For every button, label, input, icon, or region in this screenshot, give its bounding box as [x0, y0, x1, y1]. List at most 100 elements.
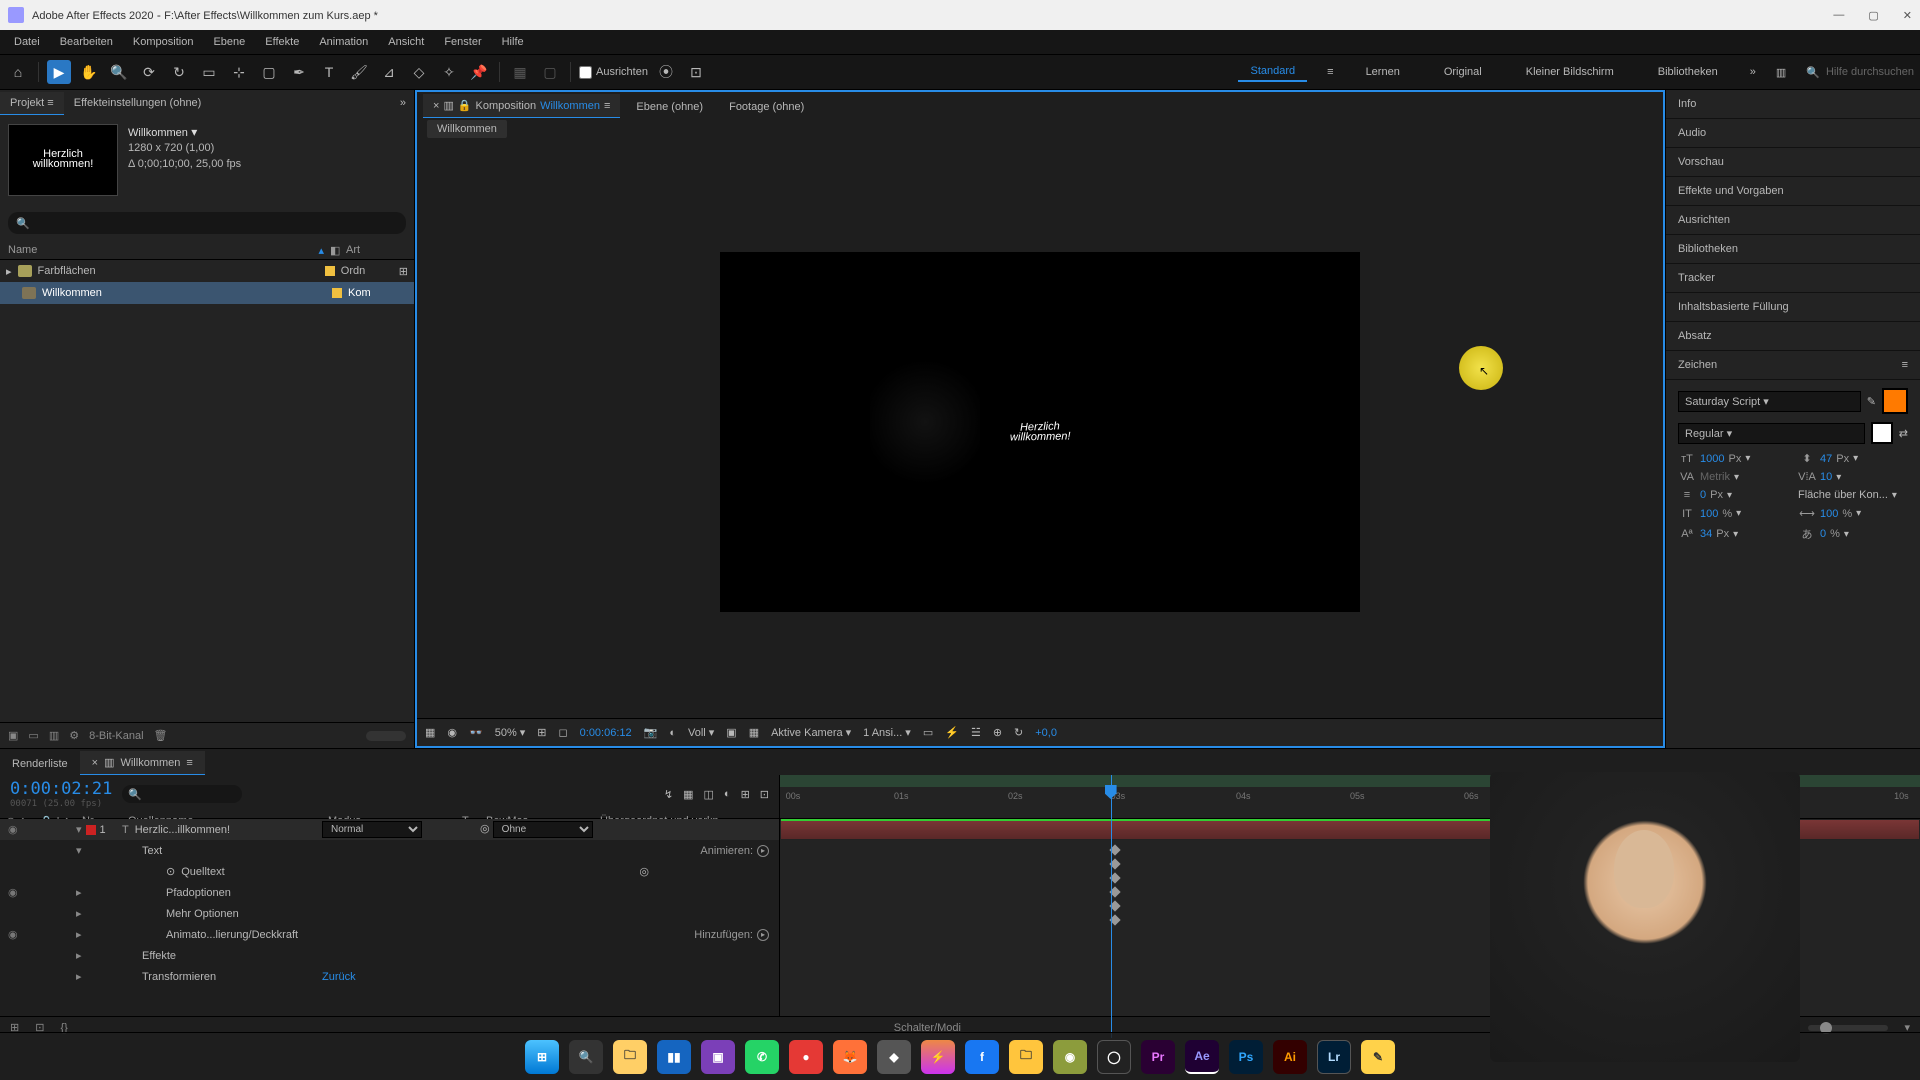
taskbar-teams[interactable]: ▣: [701, 1040, 735, 1074]
exposure-value[interactable]: +0,0: [1035, 727, 1057, 739]
zoom-tool[interactable]: 🔍: [107, 60, 131, 84]
font-style-dropdown[interactable]: Regular ▾: [1678, 423, 1865, 444]
zoom-dropdown[interactable]: 50% ▾: [495, 726, 526, 739]
workspace-lernen[interactable]: Lernen: [1354, 63, 1412, 81]
frameblend-toggle[interactable]: ◫: [704, 788, 714, 801]
orbit-tool[interactable]: ⟳: [137, 60, 161, 84]
workspace-standard[interactable]: Standard: [1238, 62, 1307, 82]
taskbar-illustrator[interactable]: Ai: [1273, 1040, 1307, 1074]
camera-tool[interactable]: ▭: [197, 60, 221, 84]
prop-sourcetext[interactable]: ⊙ Quelltext ◎: [0, 861, 779, 882]
panel-collapse-icon[interactable]: »: [400, 97, 406, 109]
rotate-tool[interactable]: ↻: [167, 60, 191, 84]
roto-tool[interactable]: ✧: [437, 60, 461, 84]
stroke-color[interactable]: [1871, 422, 1893, 444]
taskbar-photoshop[interactable]: Ps: [1229, 1040, 1263, 1074]
project-tab[interactable]: Projekt ≡: [0, 92, 64, 115]
text-tool[interactable]: T: [317, 60, 341, 84]
font-size[interactable]: тT1000 Px ▾: [1678, 452, 1788, 465]
add-menu-icon[interactable]: ▸: [757, 929, 769, 941]
taskbar-explorer[interactable]: 🗀: [613, 1040, 647, 1074]
new-folder-icon[interactable]: ▭: [28, 729, 38, 742]
graph-toggle[interactable]: ⊞: [741, 788, 750, 801]
flowchart-icon[interactable]: ⊕: [993, 726, 1002, 739]
stopwatch-icon[interactable]: ⊙: [166, 865, 175, 878]
hand-tool[interactable]: ✋: [77, 60, 101, 84]
workspace-overflow-icon[interactable]: »: [1750, 66, 1756, 78]
expression-pick-icon[interactable]: ◎: [639, 865, 649, 878]
leading[interactable]: ⬍47 Px ▾: [1798, 452, 1908, 465]
layer-row[interactable]: ◉ ▾1 T Herzlic...illkommen! Normal ◎ Ohn…: [0, 819, 779, 840]
taskbar-app-green[interactable]: ◉: [1053, 1040, 1087, 1074]
preview-time[interactable]: 0:00:06:12: [580, 727, 632, 739]
workspace-menu-icon[interactable]: ≡: [1327, 66, 1333, 78]
stroke-width[interactable]: ≡0 Px ▾: [1678, 489, 1788, 501]
taskbar-start[interactable]: ⊞: [525, 1040, 559, 1074]
snap-checkbox[interactable]: [579, 66, 592, 79]
pixel-aspect-icon[interactable]: ▭: [923, 726, 933, 739]
close-button[interactable]: ✕: [1903, 9, 1912, 22]
render-queue-tab[interactable]: Renderliste: [0, 753, 80, 775]
horizontal-scale[interactable]: ⟷100 % ▾: [1798, 507, 1908, 520]
panel-paragraph[interactable]: Absatz: [1666, 322, 1920, 351]
shy-toggle[interactable]: ↯: [664, 788, 673, 801]
prop-animator[interactable]: ◉▸ Animato...lierung/Deckkraft Hinzufüge…: [0, 924, 779, 945]
panel-character[interactable]: Zeichen≡: [1666, 351, 1920, 380]
project-item-folder[interactable]: ▸ Farbflächen Ordn ⊞: [0, 260, 414, 282]
interpret-icon[interactable]: ▣: [8, 729, 18, 742]
workspace-bibliotheken[interactable]: Bibliotheken: [1646, 63, 1730, 81]
tracking[interactable]: V⁞A10 ▾: [1798, 471, 1908, 483]
help-search[interactable]: 🔍 Hilfe durchsuchen: [1806, 66, 1914, 79]
brain-toggle[interactable]: ⊡: [760, 788, 769, 801]
panel-libraries[interactable]: Bibliotheken: [1666, 235, 1920, 264]
taskbar-notes[interactable]: ✎: [1361, 1040, 1395, 1074]
taskbar-facebook[interactable]: f: [965, 1040, 999, 1074]
taskbar-app-red[interactable]: ●: [789, 1040, 823, 1074]
tsume[interactable]: あ0 % ▾: [1798, 526, 1908, 542]
prop-more[interactable]: ▸ Mehr Optionen: [0, 903, 779, 924]
sort-icon[interactable]: ▴: [318, 244, 324, 257]
panel-vorschau[interactable]: Vorschau: [1666, 148, 1920, 177]
kerning[interactable]: VAMetrik ▾: [1678, 471, 1788, 483]
trackMatte-pick[interactable]: ◎: [480, 823, 490, 835]
taskbar-search[interactable]: 🔍: [569, 1040, 603, 1074]
transparency-icon[interactable]: ▣: [726, 726, 736, 739]
snap-toggle[interactable]: Ausrichten: [579, 66, 648, 79]
prop-transform[interactable]: ▸ Transformieren Zurück: [0, 966, 779, 987]
pen-tool[interactable]: ✒: [287, 60, 311, 84]
motionblur-toggle[interactable]: ◐: [724, 788, 731, 801]
snapshot-icon[interactable]: 📷: [644, 726, 658, 739]
menu-ansicht[interactable]: Ansicht: [378, 32, 434, 52]
timeline-comp-tab[interactable]: ×▥Willkommen≡: [80, 751, 205, 775]
workspace-kleiner[interactable]: Kleiner Bildschirm: [1514, 63, 1626, 81]
project-toggle[interactable]: [366, 731, 406, 741]
panel-audio[interactable]: Audio: [1666, 119, 1920, 148]
taskbar-messenger[interactable]: ⚡: [921, 1040, 955, 1074]
visibility-toggle[interactable]: ◉: [8, 928, 18, 941]
shape-tool[interactable]: ▢: [257, 60, 281, 84]
viewer-tab-footage[interactable]: Footage (ohne): [719, 96, 814, 118]
prop-path[interactable]: ◉▸ Pfadoptionen: [0, 882, 779, 903]
roi-icon[interactable]: ◻: [559, 726, 568, 739]
camera-dropdown[interactable]: Aktive Kamera ▾: [771, 726, 851, 739]
viewer-tab-comp[interactable]: ×▥🔒 Komposition Willkommen ≡: [423, 94, 620, 118]
zoom-slider[interactable]: [1808, 1025, 1888, 1031]
effect-controls-tab[interactable]: Effekteinstellungen (ohne): [64, 92, 212, 114]
taskbar-firefox[interactable]: 🦊: [833, 1040, 867, 1074]
flowchart-crumb[interactable]: Willkommen: [417, 118, 1663, 146]
menu-fenster[interactable]: Fenster: [434, 32, 491, 52]
selection-tool[interactable]: ▶: [47, 60, 71, 84]
puppet-tool[interactable]: 📌: [467, 60, 491, 84]
resolution-dropdown[interactable]: Voll ▾: [688, 726, 714, 739]
vertical-scale[interactable]: IT100 % ▾: [1678, 507, 1788, 520]
prop-effects[interactable]: ▸ Effekte: [0, 945, 779, 966]
trackMatte-select[interactable]: Ohne: [493, 821, 593, 838]
project-item-comp[interactable]: Willkommen Kom: [0, 282, 414, 304]
reset-link[interactable]: Zurück: [322, 971, 356, 983]
panel-tracker[interactable]: Tracker: [1666, 264, 1920, 293]
project-search[interactable]: 🔍: [8, 212, 406, 234]
mask-toggle[interactable]: ◉: [447, 726, 457, 739]
panel-align[interactable]: Ausrichten: [1666, 206, 1920, 235]
blend-mode-select[interactable]: Normal: [322, 821, 422, 838]
bit-depth[interactable]: 8-Bit-Kanal: [89, 730, 143, 742]
